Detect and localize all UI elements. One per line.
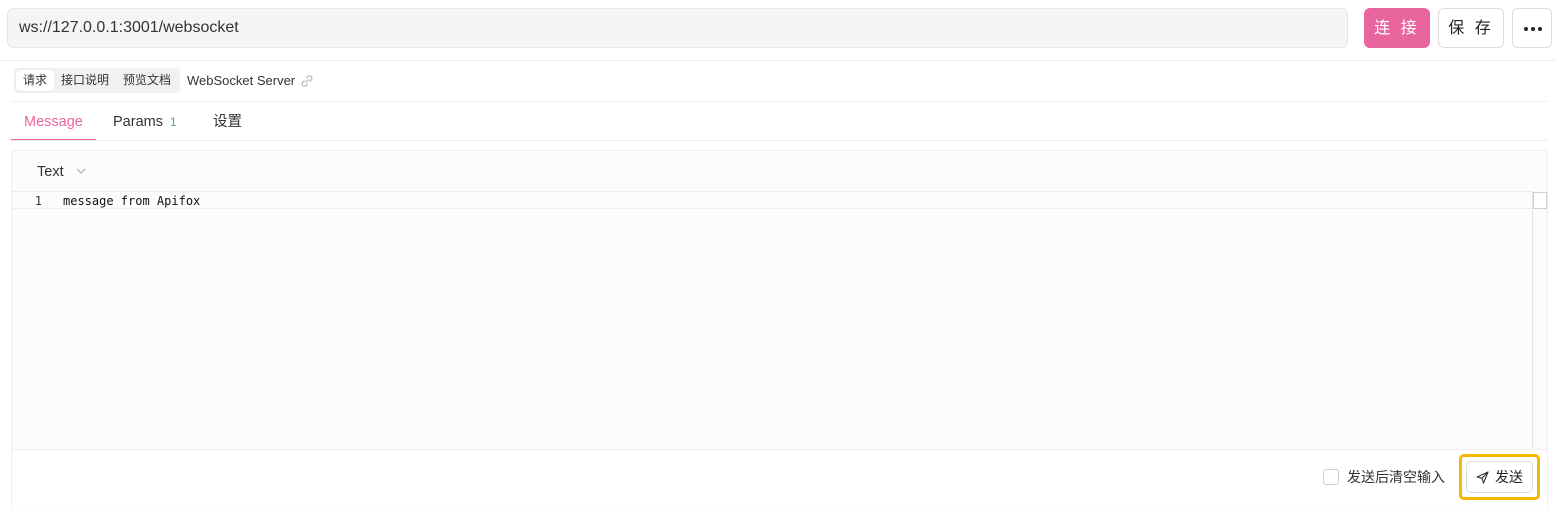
- ellipsis-icon: [1524, 27, 1542, 31]
- format-select[interactable]: Text: [37, 163, 64, 181]
- code-text[interactable]: message from Apifox: [63, 193, 200, 209]
- line-number: 1: [34, 194, 42, 208]
- send-label: 发送: [1495, 469, 1523, 485]
- tab-params[interactable]: Params 1: [113, 104, 177, 142]
- server-name: WebSocket Server: [187, 73, 296, 88]
- editor-scrollbar[interactable]: [1532, 191, 1547, 449]
- divider: [0, 60, 1557, 61]
- active-code-line[interactable]: [12, 192, 1534, 209]
- tab-message[interactable]: Message: [24, 104, 83, 142]
- tab-params-label: Params: [113, 114, 163, 130]
- clear-after-send-label[interactable]: 发送后清空输入: [1347, 468, 1445, 486]
- sub-tab-api-description[interactable]: 接口说明: [54, 70, 116, 91]
- divider: [11, 101, 1548, 102]
- more-button[interactable]: [1512, 8, 1552, 48]
- connect-button[interactable]: 连 接: [1364, 8, 1430, 48]
- url-input[interactable]: [7, 8, 1348, 48]
- clear-after-send-checkbox[interactable]: [1323, 469, 1339, 485]
- sub-tab-preview-docs[interactable]: 预览文档: [116, 70, 178, 91]
- save-button[interactable]: 保 存: [1438, 8, 1504, 48]
- sub-tab-group: 请求 接口说明 预览文档: [14, 68, 181, 93]
- params-count-badge: 1: [169, 115, 177, 129]
- send-button[interactable]: 发送: [1466, 461, 1533, 493]
- scrollbar-thumb[interactable]: [1533, 192, 1547, 209]
- sub-tab-request[interactable]: 请求: [16, 70, 55, 91]
- chevron-down-icon[interactable]: [76, 167, 86, 175]
- divider: [11, 140, 1548, 141]
- send-icon: [1476, 471, 1489, 484]
- message-editor-panel: Text 1 message from Apifox 发送后清空输入 发送: [11, 150, 1548, 510]
- tab-settings[interactable]: 设置: [213, 104, 242, 142]
- editor-footer: 发送后清空输入 发送: [12, 449, 1547, 509]
- link-icon[interactable]: [300, 74, 314, 88]
